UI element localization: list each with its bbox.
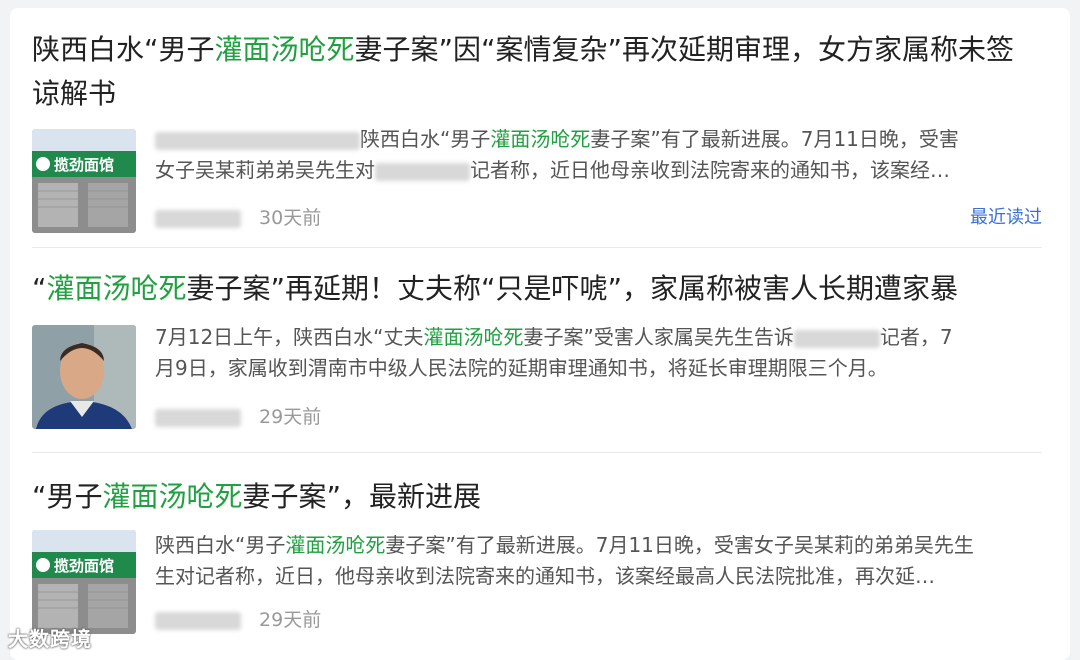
thumbnail-image[interactable]: 揽劲面馆 (32, 530, 136, 634)
result-item[interactable]: 陕西白水“男子灌面汤呛死妻子案”因“案情复杂”再次延期审理，女方家属称未签 谅解书… (32, 28, 1042, 253)
result-meta: 30天前 (155, 206, 321, 230)
result-snippet: 陕西白水“男子灌面汤呛死妻子案”有了最新进展。7月11日晚，受害 女子吴某莉弟弟吴… (155, 127, 959, 182)
result-title[interactable]: “男子灌面汤呛死妻子案”，最新进展 (32, 475, 1042, 519)
blurred-source-name (155, 209, 241, 228)
result-meta: 29天前 (155, 608, 321, 632)
result-snippet: 陕西白水“男子灌面汤呛死妻子案”有了最新进展。7月11日晚，受害女子吴某莉的弟弟… (155, 533, 974, 588)
blurred-text (793, 329, 880, 348)
result-item[interactable]: “男子灌面汤呛死妻子案”，最新进展 揽劲面馆 陕西白水“男子灌面汤呛死妻子案”有… (32, 475, 1042, 655)
result-title[interactable]: “灌面汤呛死妻子案”再延期！丈夫称“只是吓唬”，家属称被害人长期遭家暴 (32, 267, 1042, 311)
result-item[interactable]: “灌面汤呛死妻子案”再延期！丈夫称“只是吓唬”，家属称被害人长期遭家暴 7月12… (32, 267, 1042, 447)
thumbnail-sign: 揽劲面馆 (54, 557, 114, 575)
result-title[interactable]: 陕西白水“男子灌面汤呛死妻子案”因“案情复杂”再次延期审理，女方家属称未签 谅解书 (32, 28, 1042, 116)
blurred-source-name (155, 408, 241, 427)
result-time: 30天前 (259, 207, 322, 229)
result-time: 29天前 (259, 406, 322, 428)
blurred-source-name (155, 611, 241, 630)
watermark: 大数跨境 (8, 627, 92, 651)
recently-read-label: 最近读过 (970, 207, 1042, 228)
divider (32, 452, 1042, 453)
divider (32, 247, 1042, 248)
result-meta: 29天前 (155, 405, 321, 429)
thumbnail-sign: 揽劲面馆 (54, 156, 114, 174)
search-results-card: 陕西白水“男子灌面汤呛死妻子案”因“案情复杂”再次延期审理，女方家属称未签 谅解书… (10, 8, 1070, 660)
result-time: 29天前 (259, 609, 322, 631)
thumbnail-image[interactable]: 揽劲面馆 (32, 129, 136, 233)
thumbnail-image[interactable] (32, 325, 136, 429)
blurred-source (155, 131, 360, 150)
blurred-text (375, 162, 470, 181)
result-snippet: 7月12日上午，陕西白水“丈夫灌面汤呛死妻子案”受害人家属吴先生告诉 记者，7 月9… (155, 325, 953, 380)
